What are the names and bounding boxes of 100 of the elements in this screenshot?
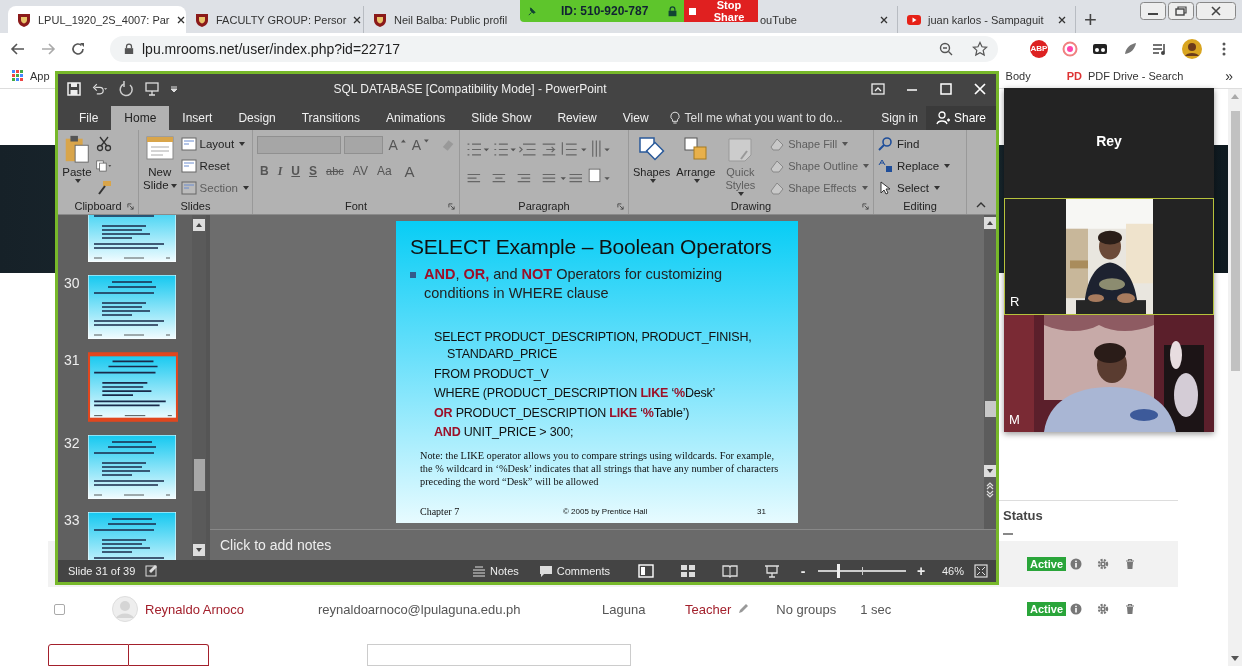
- save-icon[interactable]: [66, 81, 82, 97]
- dialog-launcher-icon[interactable]: [448, 203, 455, 210]
- slide-scrollbar[interactable]: [984, 215, 996, 529]
- column-header[interactable]: Status: [1003, 507, 1178, 523]
- page-field[interactable]: [367, 644, 631, 666]
- slide-sorter-icon[interactable]: [679, 564, 696, 578]
- thumbnail-scrollbar[interactable]: [192, 215, 206, 560]
- scroll-down-icon[interactable]: [193, 544, 205, 556]
- browser-tab[interactable]: Neil Balba: Public profil: [364, 6, 520, 33]
- adblock-extension[interactable]: ABP: [1030, 39, 1048, 58]
- font-format-button[interactable]: Aa: [373, 164, 395, 178]
- scrollbar-thumb[interactable]: [193, 459, 205, 491]
- page-button[interactable]: [48, 644, 129, 666]
- target-extension-icon[interactable]: [1062, 40, 1078, 57]
- paste-button[interactable]: Paste: [62, 134, 92, 198]
- ribbon-tab[interactable]: Transitions: [288, 106, 373, 130]
- profile-avatar[interactable]: [1182, 38, 1202, 59]
- font-format-button[interactable]: S: [306, 164, 321, 178]
- collapse-ribbon-icon[interactable]: [976, 202, 986, 208]
- user-name-link[interactable]: Reynaldo Arnoco: [145, 601, 318, 617]
- close-icon[interactable]: [879, 14, 889, 25]
- shrink-font-button[interactable]: A: [408, 137, 424, 153]
- redo-icon[interactable]: [118, 81, 134, 97]
- bookmark[interactable]: Body: [1005, 70, 1031, 82]
- zoom-slider[interactable]: [817, 564, 906, 578]
- pin-icon[interactable]: [526, 5, 537, 17]
- scroll-down-icon[interactable]: [1231, 656, 1239, 662]
- ribbon-button[interactable]: Arrange: [676, 134, 716, 198]
- notes-button[interactable]: Notes: [472, 564, 519, 578]
- page-scrollbar[interactable]: [1228, 89, 1242, 666]
- copy-icon[interactable]: [96, 158, 112, 174]
- customize-icon[interactable]: [170, 85, 178, 93]
- ribbon-tab[interactable]: Slide Show: [458, 106, 545, 130]
- back-icon[interactable]: [10, 40, 26, 57]
- dialog-launcher-icon[interactable]: [617, 203, 624, 210]
- reading-view-icon[interactable]: [721, 564, 738, 578]
- maximize-icon[interactable]: [938, 81, 954, 97]
- font-format-button[interactable]: B: [257, 164, 272, 178]
- stop-share-button[interactable]: Stop Share: [684, 0, 758, 22]
- scrollbar-thumb[interactable]: [984, 401, 996, 417]
- star-icon[interactable]: [972, 40, 988, 57]
- ribbon-tab[interactable]: File: [66, 106, 112, 130]
- browser-tab[interactable]: LPUL_1920_2S_4007: Par: [8, 6, 186, 33]
- dialog-launcher-icon[interactable]: [862, 203, 869, 210]
- apps-icon[interactable]: [12, 70, 24, 82]
- cut-icon[interactable]: [96, 136, 112, 152]
- font-size-field[interactable]: [344, 136, 383, 154]
- zoom-out-button[interactable]: -: [797, 563, 808, 579]
- ribbon-button[interactable]: Replace: [878, 156, 951, 176]
- page-button[interactable]: [129, 644, 209, 666]
- ribbon-tab[interactable]: Design: [225, 106, 289, 130]
- close-icon[interactable]: [972, 81, 988, 97]
- address-bar[interactable]: lpu.mrooms.net/user/index.php?id=22717: [110, 35, 998, 62]
- trash-icon[interactable]: [1124, 603, 1136, 616]
- more-bookmarks[interactable]: »: [1225, 68, 1234, 84]
- new-slide-button[interactable]: New Slide: [143, 134, 177, 198]
- info-icon[interactable]: [1070, 558, 1082, 570]
- reload-icon[interactable]: [70, 40, 86, 57]
- new-tab-button[interactable]: +: [1084, 6, 1097, 33]
- scroll-up-icon[interactable]: [984, 217, 996, 229]
- ribbon-button[interactable]: Find: [878, 134, 951, 154]
- trash-icon[interactable]: [1124, 558, 1136, 570]
- fit-to-window-icon[interactable]: [974, 564, 988, 578]
- dialog-launcher-icon[interactable]: [127, 203, 134, 210]
- ribbon-tab[interactable]: View: [609, 106, 662, 130]
- sign-in-link[interactable]: Sign in: [873, 106, 926, 130]
- close-icon[interactable]: [1196, 2, 1236, 20]
- presentation-icon[interactable]: [144, 81, 160, 97]
- scrollbar-thumb[interactable]: [1230, 111, 1240, 371]
- format-painter-icon[interactable]: [96, 180, 112, 196]
- undo-icon[interactable]: [92, 81, 108, 97]
- settings-icon[interactable]: [1097, 603, 1109, 616]
- ribbon-tab[interactable]: Home: [111, 106, 170, 130]
- font-format-button[interactable]: abc: [323, 165, 347, 177]
- leaf-extension-icon[interactable]: [1122, 40, 1138, 57]
- share-button[interactable]: Share: [925, 106, 996, 130]
- ribbon-button[interactable]: Select: [878, 178, 951, 198]
- ribbon-tab[interactable]: Animations: [373, 106, 459, 130]
- role-link[interactable]: Teacher: [685, 601, 732, 617]
- close-icon[interactable]: [1057, 14, 1067, 25]
- font-format-button[interactable]: A: [401, 162, 418, 180]
- zoom-slider-thumb[interactable]: [837, 564, 841, 578]
- zoom-in-button[interactable]: +: [915, 563, 926, 579]
- restore-icon[interactable]: [1168, 2, 1194, 20]
- close-icon[interactable]: [175, 14, 186, 25]
- ribbon-button[interactable]: Shapes: [633, 134, 671, 198]
- zoom-level[interactable]: 46%: [941, 565, 964, 577]
- ribbon-tab[interactable]: Insert: [169, 106, 226, 130]
- video-tile[interactable]: M: [1004, 315, 1214, 432]
- slideshow-icon[interactable]: [763, 564, 780, 578]
- minimize-icon[interactable]: [1140, 2, 1166, 20]
- close-icon[interactable]: [352, 14, 363, 25]
- font-format-button[interactable]: AV: [349, 164, 371, 178]
- comments-button[interactable]: Comments: [538, 564, 610, 578]
- ribbon-tab[interactable]: Review: [544, 106, 610, 130]
- font-name-field[interactable]: [257, 136, 342, 154]
- ribbon-options-icon[interactable]: [870, 81, 886, 97]
- row-checkbox[interactable]: [54, 603, 65, 615]
- font-format-button[interactable]: U: [288, 164, 303, 178]
- font-format-button[interactable]: I: [274, 163, 286, 179]
